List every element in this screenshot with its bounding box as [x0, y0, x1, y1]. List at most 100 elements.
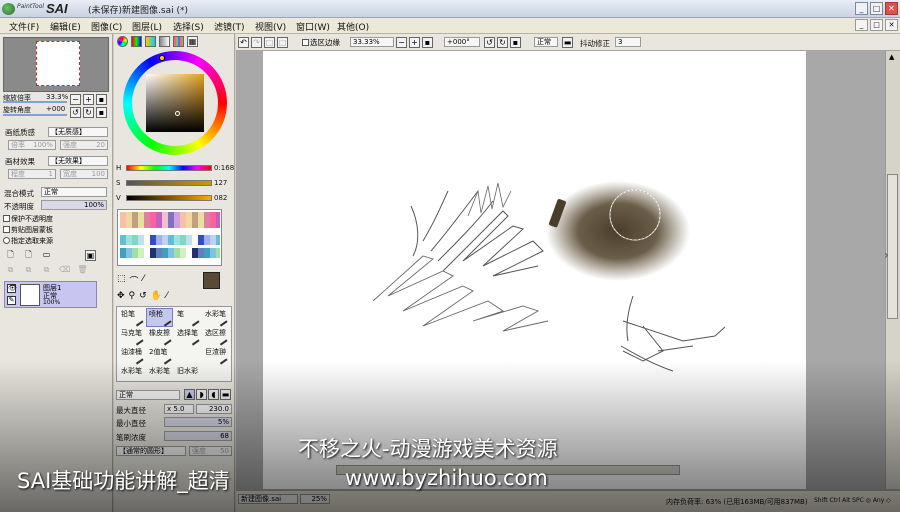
menu-select[interactable]: 选择(S): [173, 20, 204, 33]
rotation-field[interactable]: +000°: [444, 37, 480, 47]
new-folder-icon[interactable]: ▭: [41, 250, 52, 261]
canvas-mode-select[interactable]: 正常: [534, 37, 558, 47]
brush-old-watercolor[interactable]: 旧水彩: [174, 365, 201, 384]
magic-wand-icon[interactable]: ⁄: [143, 274, 145, 287]
selection-edge-option[interactable]: 选区边缘: [302, 37, 340, 48]
brush-select-eraser[interactable]: 选区擦: [202, 327, 229, 346]
doc-minimize-button[interactable]: _: [855, 19, 868, 31]
copy-layer-icon[interactable]: ⧉: [5, 265, 16, 276]
rotate-left-button[interactable]: ↺: [70, 107, 81, 118]
doc-restore-button[interactable]: □: [870, 19, 883, 31]
menu-edit[interactable]: 编辑(E): [50, 20, 81, 33]
paper-degree-field[interactable]: 程度 1: [8, 169, 56, 179]
rgb-slider-tab-icon[interactable]: [131, 36, 142, 47]
protect-alpha-checkbox[interactable]: [3, 215, 10, 222]
brush-blender[interactable]: 巨渣翀: [202, 346, 229, 365]
scratchpad-tab-icon[interactable]: ▦: [187, 36, 198, 47]
merge-down-icon[interactable]: ⧉: [23, 265, 34, 276]
paper-texture-select[interactable]: 【无质感】: [48, 127, 108, 137]
selection-edge-checkbox[interactable]: [302, 39, 309, 46]
menu-layer[interactable]: 图层(L): [132, 20, 162, 33]
zoom-slider[interactable]: [3, 101, 67, 103]
value-slider[interactable]: [126, 195, 212, 201]
mixer-tab-icon[interactable]: [159, 36, 170, 47]
paper-strength-field[interactable]: 强度 20: [60, 140, 108, 150]
layer-mask-icon[interactable]: ▣: [85, 250, 96, 261]
close-button[interactable]: ✕: [885, 2, 898, 15]
max-size-multiplier[interactable]: x 5.0: [164, 404, 194, 414]
swatch-row-warm[interactable]: [120, 212, 220, 228]
zoom-reset-button[interactable]: ▪: [96, 94, 107, 105]
brush-shape-select[interactable]: 【通常的圆形】: [116, 446, 186, 456]
swatch-row-cool[interactable]: [120, 235, 220, 245]
blend-mode-select[interactable]: 正常: [41, 187, 107, 197]
brush-empty-2[interactable]: [202, 365, 229, 384]
brush-marker[interactable]: 马克笔: [118, 327, 145, 346]
visibility-eye-icon[interactable]: 👁: [7, 284, 17, 293]
opt-rotate-right-button[interactable]: ↻: [497, 37, 508, 48]
brush-mode-select[interactable]: 正常: [116, 390, 180, 400]
brush-watercolor-3[interactable]: 水彩笔: [146, 365, 173, 384]
new-layer-icon[interactable]: 🗋: [5, 250, 16, 261]
min-size-slider[interactable]: 5%: [164, 417, 232, 427]
brush-select-pen[interactable]: 选择笔: [174, 327, 201, 346]
brush-binary[interactable]: 2值笔: [146, 346, 173, 365]
doc-close-button[interactable]: ✕: [885, 19, 898, 31]
rotate-icon[interactable]: ↺: [139, 291, 147, 301]
redo-button[interactable]: ↷: [251, 37, 262, 48]
undo-button[interactable]: ↶: [238, 37, 249, 48]
opt-zoom-out-button[interactable]: −: [396, 37, 407, 48]
rotate-reset-button[interactable]: ▪: [96, 107, 107, 118]
vertical-scroll-thumb[interactable]: [887, 174, 898, 319]
color-picker-cursor[interactable]: [175, 111, 180, 116]
rect-select-icon[interactable]: ⬚: [117, 274, 126, 287]
minimize-button[interactable]: _: [855, 2, 868, 15]
delete-layer-icon[interactable]: 🗑: [77, 265, 88, 276]
paper-effect-select[interactable]: 【无效果】: [48, 156, 108, 166]
opt-rotate-reset-button[interactable]: ▪: [510, 37, 521, 48]
hue-slider[interactable]: [126, 165, 212, 171]
opacity-slider[interactable]: 100%: [41, 200, 107, 210]
invert-select-button[interactable]: □: [277, 37, 288, 48]
brush-bucket[interactable]: 油漆桶: [118, 346, 145, 365]
paper-width-field[interactable]: 宽度 100: [60, 169, 108, 179]
new-vector-layer-icon[interactable]: 🗋: [23, 250, 34, 261]
tip-flat-icon[interactable]: ▬: [220, 389, 231, 400]
angle-slider[interactable]: [3, 114, 67, 116]
flip-button[interactable]: ▬: [562, 37, 573, 48]
zoom-icon[interactable]: ⚲: [129, 291, 136, 301]
primary-color-swatch[interactable]: [203, 272, 220, 289]
move-icon[interactable]: ✥: [117, 291, 125, 301]
panel-expand-chevron-icon[interactable]: ›: [884, 248, 889, 262]
lasso-icon[interactable]: ⌒: [130, 274, 139, 287]
tip-round-icon[interactable]: ◗: [196, 389, 207, 400]
scroll-up-icon[interactable]: ▲: [889, 53, 894, 61]
document-tab[interactable]: 新建图像.sai: [238, 494, 298, 504]
swatch-tab-icon[interactable]: [173, 36, 184, 47]
transfer-layer-icon[interactable]: ⧉: [41, 265, 52, 276]
selection-source-option[interactable]: 指定选取来源: [3, 235, 53, 246]
paper-scale-field[interactable]: 倍率 100%: [8, 140, 56, 150]
swatch-row-blue[interactable]: [120, 248, 220, 258]
saturation-slider[interactable]: [126, 180, 212, 186]
menu-other[interactable]: 其他(O): [337, 20, 369, 33]
protect-alpha-option[interactable]: 保护不透明度: [3, 213, 53, 224]
deselect-button[interactable]: □: [264, 37, 275, 48]
menu-file[interactable]: 文件(F): [9, 20, 39, 33]
navigator-preview[interactable]: [3, 37, 109, 92]
menu-image[interactable]: 图像(C): [91, 20, 122, 33]
rotate-right-button[interactable]: ↻: [83, 107, 94, 118]
opt-zoom-in-button[interactable]: +: [409, 37, 420, 48]
max-size-value[interactable]: 230.0: [196, 404, 232, 414]
brush-watercolor[interactable]: 水彩笔: [202, 308, 229, 327]
color-swatches[interactable]: [117, 209, 222, 266]
brush-eraser[interactable]: 橡皮擦: [146, 327, 173, 346]
brush-airbrush[interactable]: 喷枪: [146, 308, 173, 327]
tip-soft-icon[interactable]: ◖: [208, 389, 219, 400]
brush-watercolor-2[interactable]: 水彩笔: [118, 365, 145, 384]
brush-shape-strength[interactable]: 强度 50: [189, 446, 232, 456]
stabilizer-select[interactable]: 3: [615, 37, 641, 47]
maximize-button[interactable]: □: [870, 2, 883, 15]
color-wheel-tab-icon[interactable]: [117, 36, 128, 47]
hand-icon[interactable]: ✋: [151, 291, 162, 301]
